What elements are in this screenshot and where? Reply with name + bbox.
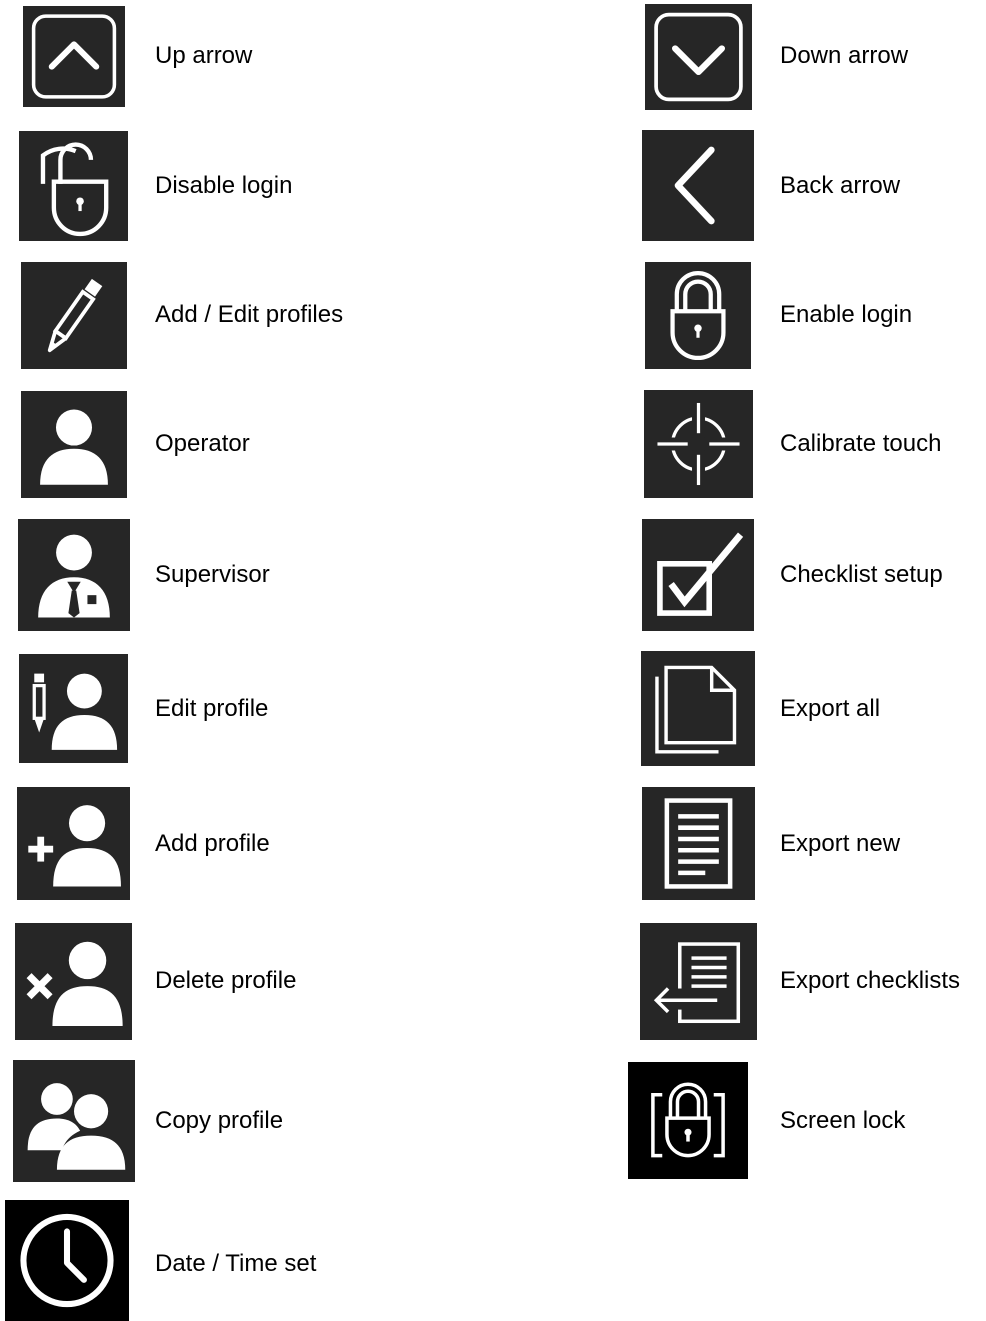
export-arrow-icon [651,942,741,1024]
supervisor-tile [18,519,130,631]
checkbox-icon [657,532,744,616]
export-checklists-label: Export checklists [780,967,961,994]
supervisor-label: Supervisor [155,561,270,588]
copy-profile-icon [27,1083,126,1170]
crosshair-icon [657,402,740,486]
up-arrow-icon [31,14,117,99]
copy-profile-label: Copy profile [155,1107,284,1134]
edit-profile-tile [19,654,128,763]
add-profile-tile [17,787,130,900]
screen-lock-icon [651,1082,725,1158]
back-arrow-tile [642,130,754,241]
disable-login-tile [19,131,128,241]
pencil-tile [21,262,127,369]
clock-tile [5,1200,129,1321]
down-arrow-tile [645,4,752,110]
delete-profile-label: Delete profile [155,967,297,994]
edit-profile-label: Edit profile [155,695,269,722]
screen-lock-label: Screen lock [780,1107,906,1134]
calibrate-touch-label: Calibrate touch [780,430,942,457]
checklist-setup-label: Checklist setup [780,561,943,588]
documents-icon [655,665,737,754]
padlock-icon [670,270,726,361]
export-checklists-tile [640,923,757,1040]
add-profile-icon [28,805,121,887]
down-arrow-icon [654,12,743,102]
checklist-setup-tile [642,519,754,631]
export-new-label: Export new [780,830,901,857]
calibrate-touch-tile [644,390,753,498]
edit-profile-icon [32,673,118,750]
operator-icon [40,409,108,485]
disable-login-label: Disable login [155,172,293,199]
operator-label: Operator [155,430,250,457]
delete-profile-tile [15,923,132,1040]
document-lines-icon [664,798,733,889]
operator-tile [21,391,127,498]
enable-login-tile [645,262,751,369]
add-profile-label: Add profile [155,830,270,857]
screen-lock-tile [628,1062,748,1179]
export-new-tile [642,787,755,900]
back-arrow-label: Back arrow [780,172,901,199]
supervisor-icon [38,534,110,618]
disable-login-icon [40,142,109,237]
up-arrow-label: Up arrow [155,42,253,69]
up-arrow-tile [23,6,125,107]
export-all-tile [641,651,755,766]
add-edit-profiles-label: Add / Edit profiles [155,301,344,328]
export-all-label: Export all [780,695,881,722]
copy-profile-tile [13,1060,135,1182]
back-arrow-icon [674,146,715,225]
down-arrow-label: Down arrow [780,42,909,69]
pencil-icon [47,278,103,353]
date-time-set-label: Date / Time set [155,1250,317,1277]
clock-icon [20,1213,114,1308]
enable-login-label: Enable login [780,301,913,328]
delete-profile-icon [26,941,123,1026]
